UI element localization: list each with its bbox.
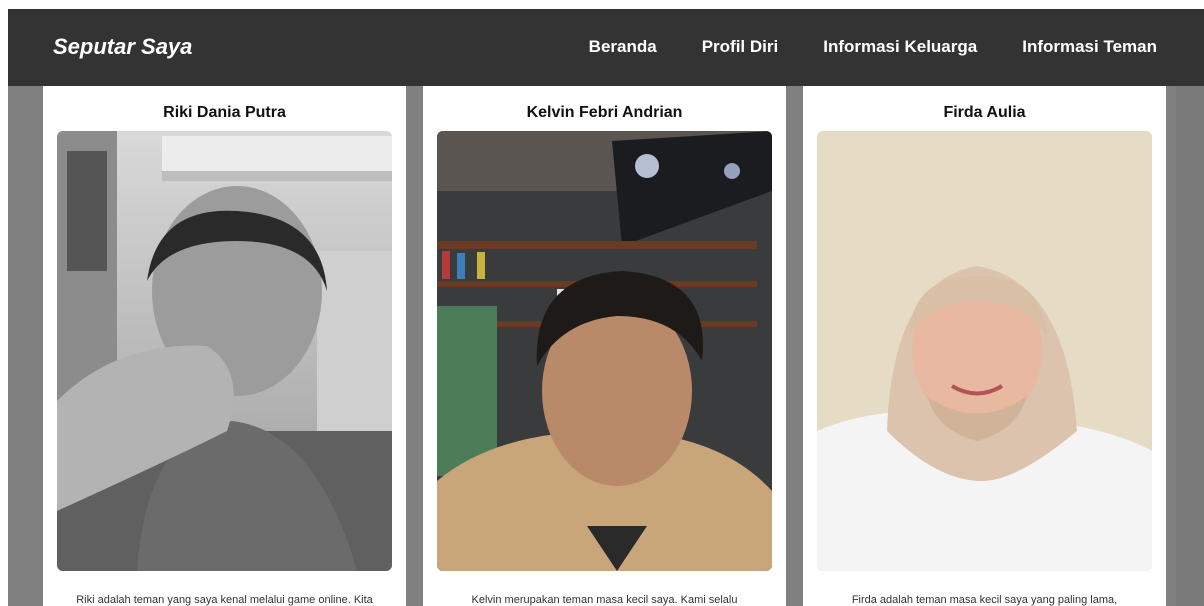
friend-photo-image (437, 131, 772, 571)
friend-photo-image (817, 131, 1152, 571)
nav-link-profil-diri[interactable]: Profil Diri (702, 37, 779, 57)
friend-description: Firda adalah teman masa kecil saya yang … (851, 594, 1118, 606)
nav-link-informasi-keluarga[interactable]: Informasi Keluarga (823, 37, 977, 57)
friends-content: Riki Dania Putra Riki adalah teman yang … (8, 86, 1204, 606)
nav-links: Beranda Profil Diri Informasi Keluarga I… (589, 37, 1157, 57)
friend-description: Riki adalah teman yang saya kenal melalu… (76, 594, 373, 606)
page-edge-strip (1176, 86, 1204, 606)
nav-link-beranda[interactable]: Beranda (589, 37, 657, 57)
friend-photo (57, 131, 392, 571)
friend-name: Kelvin Febri Andrian (526, 104, 683, 121)
friend-name: Firda Aulia (943, 104, 1026, 121)
friend-description: Kelvin merupakan teman masa kecil saya. … (471, 594, 738, 606)
brand-link[interactable]: Seputar Saya (53, 34, 192, 60)
friend-name: Riki Dania Putra (163, 104, 286, 121)
friend-photo-image (57, 131, 392, 571)
friend-card: Riki Dania Putra Riki adalah teman yang … (43, 86, 406, 606)
friend-photo (437, 131, 772, 571)
friend-card: Firda Aulia Firda adalah teman masa keci… (803, 86, 1166, 606)
friend-card: Kelvin Febri Andrian Kelvin merupakan te… (423, 86, 786, 606)
friend-photo (817, 131, 1152, 571)
navbar: Seputar Saya Beranda Profil Diri Informa… (8, 9, 1204, 86)
nav-link-informasi-teman[interactable]: Informasi Teman (1022, 37, 1157, 57)
